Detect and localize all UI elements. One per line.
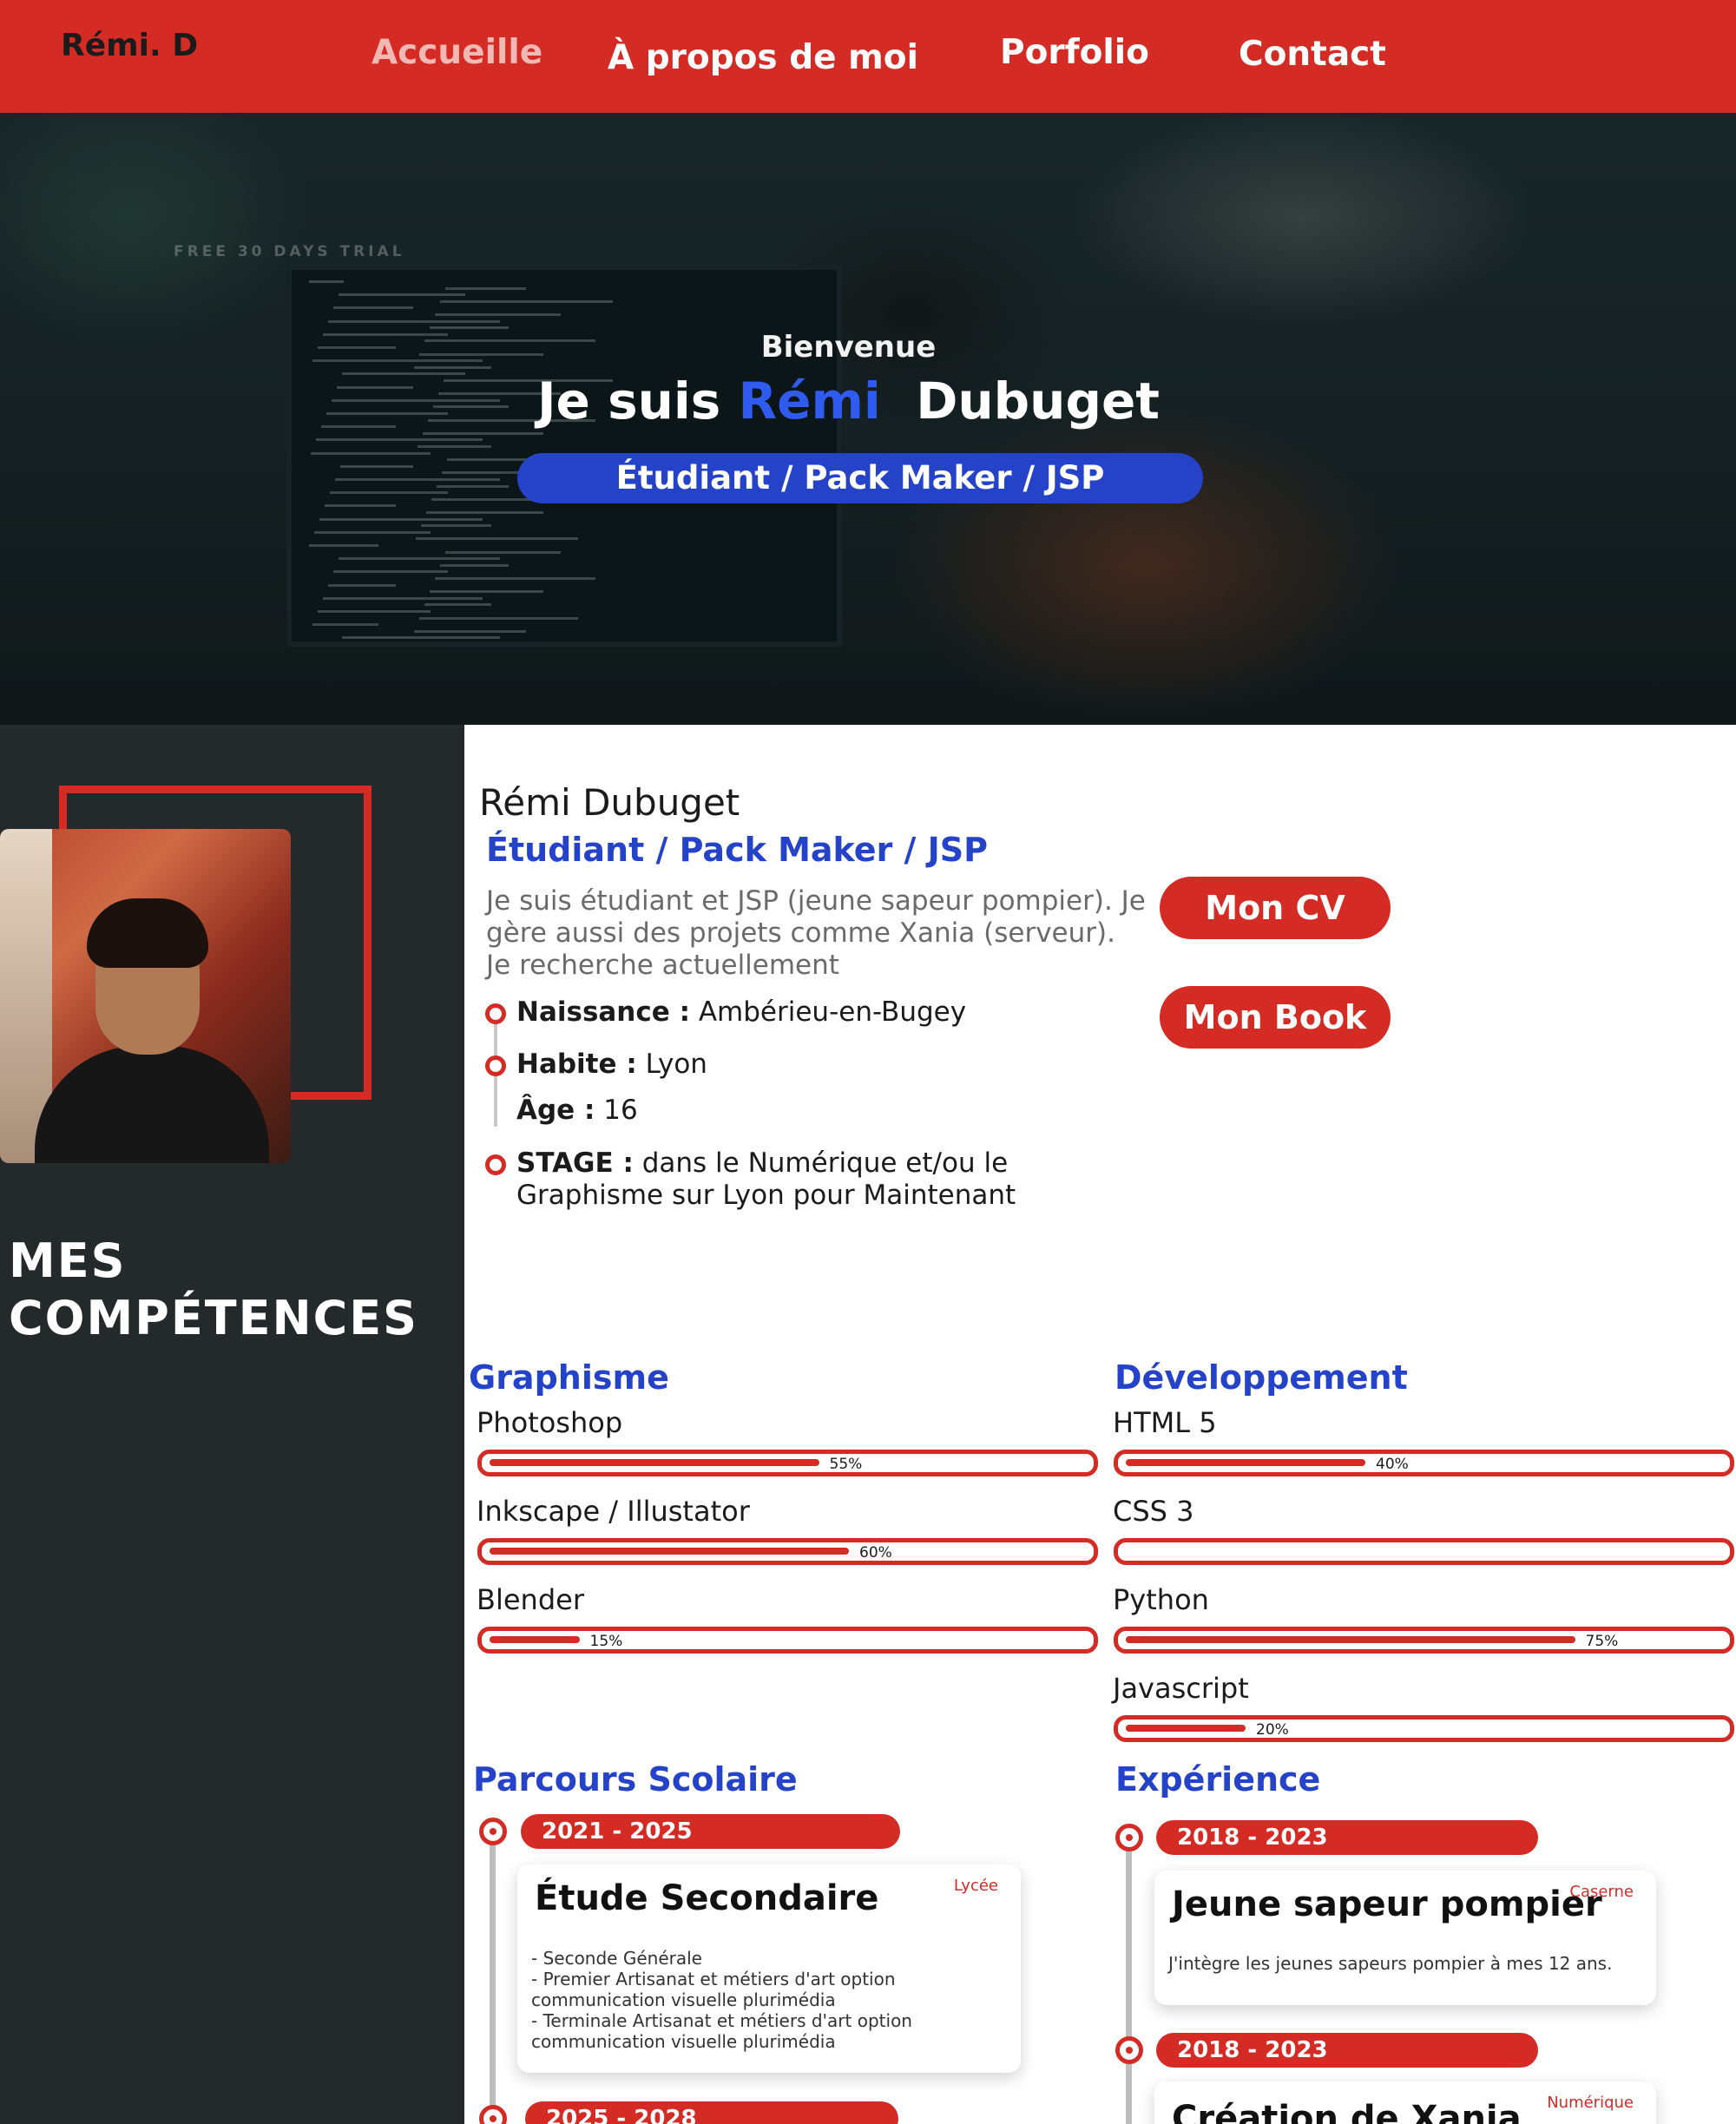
timeline-dot-icon [479, 1818, 507, 1845]
timeline-dot-icon [1115, 2036, 1143, 2064]
nav-link-about[interactable]: À propos de moi [608, 38, 918, 77]
hero-tagline: Étudiant / Pack Maker / JSP [517, 453, 1203, 503]
skill-name-photoshop: Photoshop [477, 1406, 623, 1439]
experience-years-pill: 2018 - 2023 [1156, 2033, 1538, 2068]
info-bullet-icon [485, 1154, 506, 1175]
skills-heading-line1: MES [9, 1233, 127, 1288]
hero-last-name: Dubuget [880, 372, 1161, 431]
info-city-label: Habite : [516, 1049, 637, 1080]
card-tag: Numérique [1547, 2094, 1634, 2112]
parcours-years-pill: 2025 - 2028 [525, 2101, 898, 2124]
hero-headline: Je suis Rémi Dubuget [0, 372, 1697, 431]
info-internship: STAGE : dans le Numérique et/ou le Graph… [516, 1147, 1107, 1212]
skill-bar-label: 15% [589, 1633, 623, 1650]
skill-name-javascript: Javascript [1113, 1672, 1249, 1705]
info-bullet-icon [485, 1055, 506, 1076]
hero-background-text: FREE 30 DAYS TRIAL [174, 243, 405, 260]
timeline-dot-icon [1115, 1824, 1143, 1851]
info-internship-label: STAGE : [516, 1147, 634, 1179]
nav-link-contact[interactable]: Contact [1239, 35, 1386, 74]
timeline-dot-icon [479, 2105, 507, 2124]
parcours-timeline-line [490, 1827, 496, 2124]
skill-bar-label: 55% [829, 1456, 863, 1473]
about-description: Je suis étudiant et JSP (jeune sapeur po… [486, 885, 1146, 981]
info-birth-label: Naissance : [516, 996, 690, 1028]
card-title: Jeune sapeur pompier [1172, 1884, 1602, 1924]
skill-bar-javascript: 20% [1114, 1715, 1734, 1742]
about-name: Rémi Dubuget [479, 781, 740, 824]
card-body: - Seconde Générale - Premier Artisanat e… [531, 1948, 912, 2052]
skill-bar-inkscape: 60% [477, 1538, 1098, 1565]
hero-welcome: Bienvenue [760, 330, 937, 365]
info-birth: Naissance : Ambérieu-en-Bugey [516, 996, 966, 1029]
hero-first-name: Rémi [738, 372, 881, 431]
info-bullet-icon [485, 1003, 506, 1024]
brand-logo[interactable]: Rémi. D [61, 28, 198, 63]
info-city-value: Lyon [636, 1049, 707, 1080]
experience-years-pill: 2018 - 2023 [1156, 1820, 1538, 1855]
hero-banner: FREE 30 DAYS TRIAL Bienvenue Je suis Rém… [0, 113, 1736, 725]
nav-link-accueil[interactable]: Accueille [372, 33, 542, 72]
skill-bar-fill [490, 1459, 819, 1466]
skill-name-python: Python [1113, 1583, 1209, 1616]
skill-bar-fill [490, 1636, 580, 1643]
experience-timeline-line [1126, 1831, 1132, 2124]
skill-bar-fill [1126, 1636, 1575, 1643]
info-age-label: Âge : [516, 1095, 595, 1126]
skill-bar-fill [490, 1548, 849, 1555]
skill-bar-html: 40% [1114, 1450, 1734, 1476]
profile-photo [0, 829, 291, 1163]
info-age: Âge : 16 [516, 1095, 638, 1127]
skill-bar-python: 75% [1114, 1627, 1734, 1654]
parcours-title: Parcours Scolaire [473, 1760, 798, 1798]
skill-name-inkscape: Inkscape / Illustator [477, 1495, 750, 1528]
experience-title: Expérience [1115, 1760, 1321, 1798]
experience-card: Numérique Création de Xania [1154, 2081, 1656, 2124]
info-birth-value: Ambérieu-en-Bugey [689, 996, 967, 1028]
skill-name-blender: Blender [477, 1583, 584, 1616]
skill-bar-label: 75% [1585, 1633, 1619, 1650]
cv-button[interactable]: Mon CV [1160, 877, 1391, 939]
photo-shirt [35, 1046, 269, 1163]
skill-bar-fill [1126, 1725, 1246, 1732]
top-navbar: Rémi. D Accueille À propos de moi Porfol… [0, 0, 1736, 113]
skill-bar-photoshop: 55% [477, 1450, 1098, 1476]
card-tag: Lycée [953, 1877, 998, 1895]
sidebar: MES COMPÉTENCES [0, 725, 464, 2124]
skill-name-html: HTML 5 [1113, 1406, 1217, 1439]
hero-name-prefix: Je suis [536, 372, 739, 431]
skills-heading: MES COMPÉTENCES [9, 1233, 495, 1347]
skills-graphisme-title: Graphisme [469, 1358, 669, 1397]
parcours-years-pill: 2021 - 2025 [521, 1814, 900, 1849]
info-city: Habite : Lyon [516, 1049, 707, 1081]
photo-hair [87, 898, 208, 968]
experience-card: Caserne Jeune sapeur pompier J'intègre l… [1154, 1871, 1656, 2005]
book-button[interactable]: Mon Book [1160, 986, 1391, 1049]
skill-bar-fill [1126, 1459, 1365, 1466]
skill-bar-css [1114, 1538, 1734, 1565]
parcours-card: Lycée Étude Secondaire - Seconde Général… [517, 1864, 1021, 2073]
skill-bar-label: 40% [1376, 1456, 1409, 1473]
skills-heading-line2: COMPÉTENCES [9, 1291, 419, 1345]
card-title: Étude Secondaire [535, 1878, 879, 1918]
skill-bar-blender: 15% [477, 1627, 1098, 1654]
card-body: J'intègre les jeunes sapeurs pompier à m… [1168, 1953, 1613, 1974]
card-title: Création de Xania [1172, 2099, 1522, 2124]
skills-dev-title: Développement [1115, 1358, 1408, 1397]
skill-name-css: CSS 3 [1113, 1495, 1194, 1528]
about-title: Étudiant / Pack Maker / JSP [486, 831, 989, 869]
skill-bar-label: 60% [859, 1544, 892, 1562]
nav-link-portfolio[interactable]: Porfolio [1000, 33, 1149, 72]
info-age-value: 16 [595, 1095, 638, 1126]
skill-bar-label: 20% [1256, 1721, 1289, 1739]
